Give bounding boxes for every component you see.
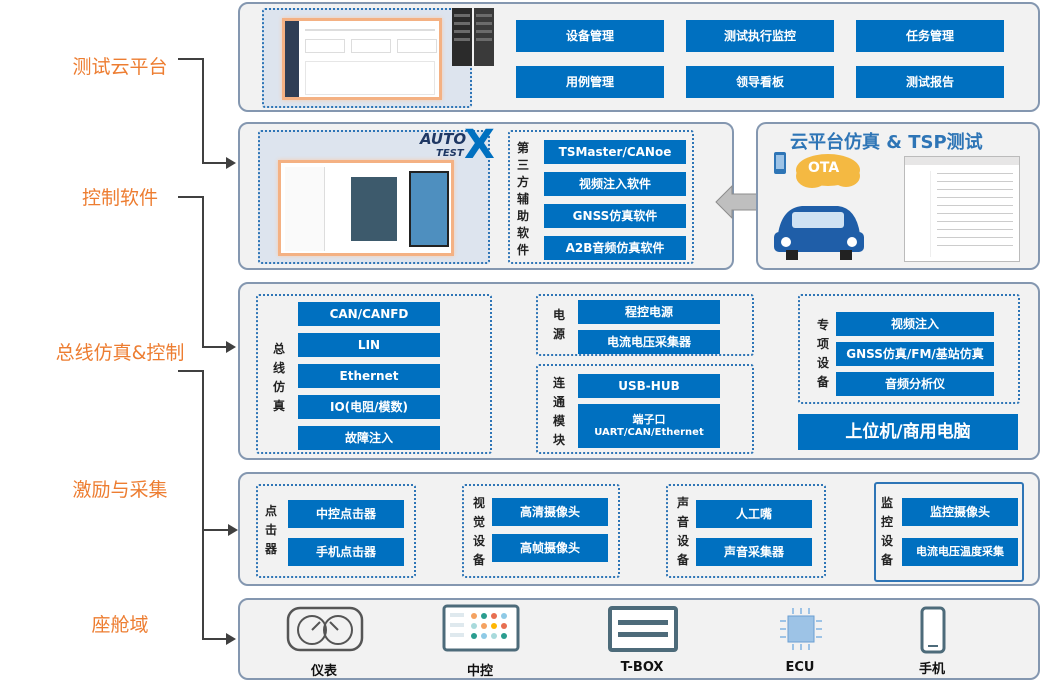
task-management-button[interactable]: 任务管理: [856, 20, 1004, 52]
stimulus-acquisition-panel: 点击器 中控点击器 手机点击器 视觉设备 高清摄像头 高帧摄像头 声音设备 人工…: [238, 472, 1040, 586]
power-box: 电源 程控电源 电流电压采集器: [536, 294, 754, 356]
cockpit-item-cluster-label: 仪表: [310, 664, 337, 679]
ecu-chip-icon: [776, 606, 826, 652]
cockpit-item-tbox-label: T-BOX: [620, 660, 664, 675]
sound-collector-button[interactable]: 声音采集器: [696, 538, 812, 566]
cockpit-item-phone-label: 手机: [918, 662, 945, 677]
bus-sim-box: 总线仿真 CAN/CANFD LIN Ethernet IO(电阻/模数) 故障…: [256, 294, 492, 454]
audio-equipment-label: 声音设备: [676, 496, 689, 567]
cockpit-item-tbox[interactable]: T-BOX: [602, 604, 684, 678]
lin-button[interactable]: LIN: [298, 333, 440, 357]
autotest-logo-main: AUTO: [420, 130, 467, 148]
layer-label-cloud: 测试云平台: [72, 56, 168, 78]
leader-dashboard-button[interactable]: 领导看板: [686, 66, 834, 98]
power-label: 电源: [552, 308, 565, 341]
monitoring-equipment-label: 监控设备: [880, 496, 893, 567]
tbox-icon: [604, 604, 682, 654]
test-report-button[interactable]: 测试报告: [856, 66, 1004, 98]
center-console-clicker-button[interactable]: 中控点击器: [288, 500, 404, 528]
monitoring-equipment-box: 监控设备 监控摄像头 电流电压温度采集: [874, 482, 1024, 582]
cloud-screenshot-box: [262, 8, 494, 108]
autotest-x-logo: AUTO TEST X: [420, 122, 500, 168]
clicker-box: 点击器 中控点击器 手机点击器: [256, 484, 416, 578]
cockpit-item-cluster[interactable]: 仪表: [284, 604, 366, 679]
phone-clicker-button[interactable]: 手机点击器: [288, 538, 404, 566]
host-pc-button[interactable]: 上位机/商用电脑: [798, 414, 1018, 450]
video-injection-software-button[interactable]: 视频注入软件: [544, 172, 686, 196]
connectivity-label: 连通模块: [552, 376, 565, 447]
test-execution-monitor-button[interactable]: 测试执行监控: [686, 20, 834, 52]
cockpit-item-center-console[interactable]: 中控: [440, 604, 522, 679]
control-software-panel: AUTO TEST X 第三方辅助软件 TSMaster/CANoe 视频注入软…: [238, 122, 734, 270]
autotest-logo-mark: X: [464, 122, 495, 168]
layer-label-stimulus: 激励与采集: [72, 479, 168, 501]
can-canfd-button[interactable]: CAN/CANFD: [298, 302, 440, 326]
monitoring-camera-button[interactable]: 监控摄像头: [902, 498, 1018, 526]
server-rack-icon: [450, 6, 496, 68]
gauge-cluster-icon: [286, 604, 364, 654]
special-equipment-label: 专项设备: [816, 318, 829, 389]
audio-analyzer-button[interactable]: 音频分析仪: [836, 372, 994, 396]
video-injection-button[interactable]: 视频注入: [836, 312, 994, 336]
cloud-platform-panel: 设备管理 测试执行监控 任务管理 用例管理 领导看板 测试报告: [238, 2, 1040, 112]
ota-label: OTA: [808, 160, 840, 176]
current-voltage-collector-button[interactable]: 电流电压采集器: [578, 330, 720, 354]
gnss-sim-software-button[interactable]: GNSS仿真软件: [544, 204, 686, 228]
third-party-tools-box: 第三方辅助软件 TSMaster/CANoe 视频注入软件 GNSS仿真软件 A…: [508, 130, 694, 264]
cockpit-item-center-console-label: 中控: [466, 664, 493, 679]
layer-label-bus: 总线仿真&控制: [55, 342, 185, 364]
tsp-test-screenshot: [904, 156, 1020, 262]
layer-label-cockpit: 座舱域: [91, 614, 149, 636]
clicker-label: 点击器: [264, 504, 277, 556]
connectivity-box: 连通模块 USB-HUB 端子口 UART/CAN/Ethernet: [536, 364, 754, 454]
io-resistor-adc-button[interactable]: IO(电阻/模数): [298, 395, 440, 419]
cloud-sim-tsp-panel: 云平台仿真 & TSP测试 OTA: [756, 122, 1040, 270]
programmable-power-button[interactable]: 程控电源: [578, 300, 720, 324]
terminal-port-button[interactable]: 端子口 UART/CAN/Ethernet: [578, 404, 720, 448]
vision-equipment-label: 视觉设备: [472, 496, 485, 567]
cloud-dashboard-screenshot: [282, 18, 442, 100]
cockpit-item-phone[interactable]: 手机: [892, 604, 974, 678]
special-equipment-box: 专项设备 视频注入 GNSS仿真/FM/基站仿真 音频分析仪: [798, 294, 1020, 404]
audio-equipment-box: 声音设备 人工嘴 声音采集器: [666, 484, 826, 578]
phone-icon: [918, 606, 948, 654]
autotest-logo-sub: TEST: [436, 148, 464, 159]
ethernet-button[interactable]: Ethernet: [298, 364, 440, 388]
layer-label-control: 控制软件: [81, 187, 158, 209]
third-party-tools-label: 第三方辅助软件: [516, 141, 529, 257]
gnss-fm-basestation-button[interactable]: GNSS仿真/FM/基站仿真: [836, 342, 994, 366]
fault-injection-button[interactable]: 故障注入: [298, 426, 440, 450]
cockpit-domain-panel: 仪表 中控 T-BOX ECU 手机: [238, 598, 1040, 680]
cockpit-item-ecu-label: ECU: [785, 660, 815, 675]
hd-camera-button[interactable]: 高清摄像头: [492, 498, 608, 526]
bus-sim-label: 总线仿真: [272, 342, 285, 413]
terminal-port-protocols: UART/CAN/Ethernet: [594, 426, 704, 438]
current-voltage-temp-collector-button[interactable]: 电流电压温度采集: [902, 538, 1018, 566]
case-management-button[interactable]: 用例管理: [516, 66, 664, 98]
tsmaster-canoe-button[interactable]: TSMaster/CANoe: [544, 140, 686, 164]
autotest-software-screenshot: [278, 160, 454, 256]
usb-hub-button[interactable]: USB-HUB: [578, 374, 720, 398]
bus-sim-control-panel: 总线仿真 CAN/CANFD LIN Ethernet IO(电阻/模数) 故障…: [238, 282, 1040, 460]
ota-car-illustration: OTA: [768, 150, 868, 262]
vision-equipment-box: 视觉设备 高清摄像头 高帧摄像头: [462, 484, 620, 578]
high-fps-camera-button[interactable]: 高帧摄像头: [492, 534, 608, 562]
artificial-mouth-button[interactable]: 人工嘴: [696, 500, 812, 528]
terminal-port-label: 端子口: [632, 413, 666, 427]
device-management-button[interactable]: 设备管理: [516, 20, 664, 52]
cockpit-item-ecu[interactable]: ECU: [760, 604, 842, 678]
center-console-icon: [442, 604, 520, 654]
a2b-audio-sim-button[interactable]: A2B音频仿真软件: [544, 236, 686, 260]
